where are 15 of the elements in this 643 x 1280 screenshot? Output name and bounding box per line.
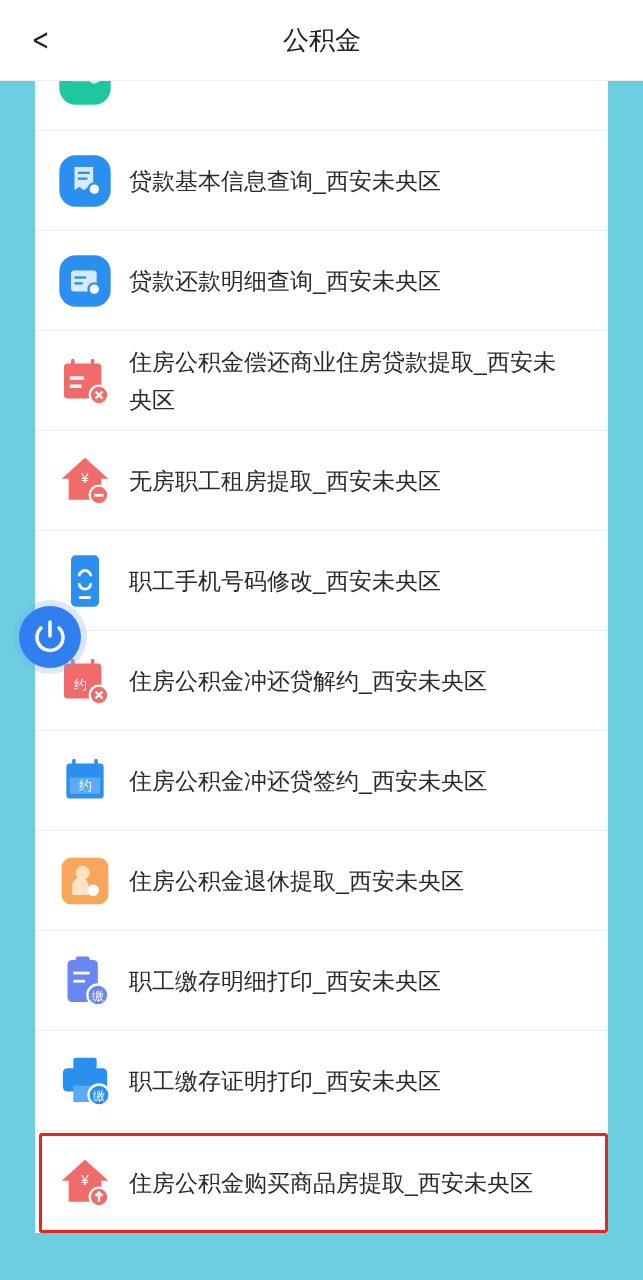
service-item[interactable]: 贷款还款明细查询_西安未央区: [35, 231, 608, 331]
service-item[interactable]: 约 住房公积金冲还贷签约_西安未央区: [35, 731, 608, 831]
floating-power-button[interactable]: [19, 606, 81, 668]
document-search-icon: [57, 152, 113, 209]
service-item[interactable]: [35, 81, 608, 131]
back-button[interactable]: <: [31, 22, 50, 57]
service-item[interactable]: 住房公积金退休提取_西安未央区: [35, 831, 608, 931]
service-item[interactable]: 住房公积金偿还商业住房贷款提取_西安未央区: [35, 331, 608, 431]
service-item[interactable]: 缴 职工缴存证明打印_西安未央区: [35, 1031, 608, 1131]
highlighted-service-item[interactable]: ¥ 住房公积金购买商品房提取_西安未央区: [39, 1133, 608, 1233]
wallet-search-icon: [57, 252, 113, 309]
service-item[interactable]: 缴 职工缴存明细打印_西安未央区: [35, 931, 608, 1031]
page-title: 公积金: [282, 23, 361, 57]
service-item[interactable]: ¥ 无房职工租房提取_西安未央区: [35, 431, 608, 531]
service-item[interactable]: 贷款基本信息查询_西安未央区: [35, 131, 608, 231]
